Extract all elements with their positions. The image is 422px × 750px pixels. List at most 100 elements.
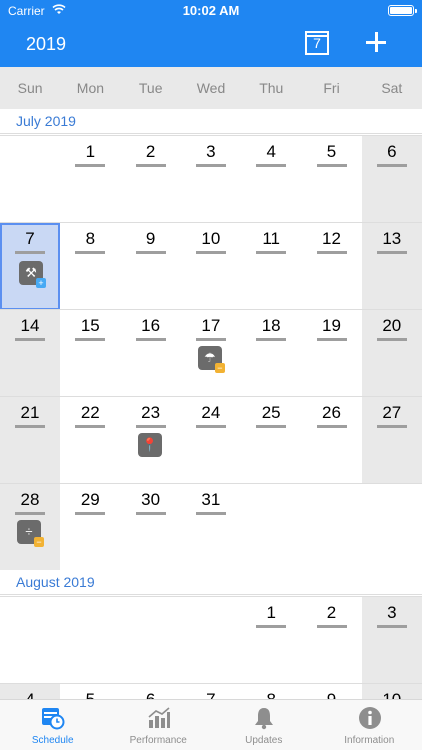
day-underline <box>316 625 347 628</box>
day-number: 15 <box>80 316 100 335</box>
day-cell[interactable]: 4 <box>241 136 301 223</box>
day-number: 23 <box>141 403 161 422</box>
day-number: 7 <box>25 229 35 248</box>
day-cell[interactable]: 10 <box>181 223 241 310</box>
day-cell[interactable]: 7 ⚒ + <box>0 223 60 310</box>
day-underline <box>135 512 166 515</box>
day-underline <box>376 338 407 341</box>
tab-schedule-label: Schedule <box>31 735 74 746</box>
day-cell[interactable]: 19 <box>302 310 362 397</box>
day-cell[interactable]: 30 <box>121 484 181 571</box>
day-cell[interactable]: 6 <box>361 136 422 223</box>
day-cell[interactable]: 16 <box>121 310 181 397</box>
day-number: 5 <box>326 142 337 161</box>
tab-updates-label: Updates <box>245 735 283 746</box>
month-label: August 2019 <box>16 574 95 590</box>
day-cell[interactable]: 26 <box>302 397 362 484</box>
gavel-icon[interactable]: ⚒ + <box>19 261 46 288</box>
day-cell[interactable]: 15 <box>60 310 120 397</box>
pin-icon[interactable]: 📍 <box>137 433 162 457</box>
tab-information[interactable]: Information <box>317 700 422 750</box>
day-number: 29 <box>80 490 100 509</box>
tab-performance-label: Performance <box>129 735 187 746</box>
day-cell[interactable]: 5 <box>302 136 362 223</box>
day-cell[interactable]: 17 ☂ − <box>181 310 241 397</box>
adjust-icon[interactable]: ÷ − <box>17 520 44 547</box>
day-underline <box>75 425 106 428</box>
day-cell[interactable]: 18 <box>241 310 301 397</box>
status-time: 10:02 AM <box>182 3 240 18</box>
day-cell[interactable]: 22 <box>60 397 120 484</box>
day-cell[interactable]: 28 ÷ − <box>0 484 60 571</box>
tab-updates[interactable]: Updates <box>211 700 317 750</box>
day-underline <box>195 251 226 254</box>
day-number: 1 <box>85 142 96 161</box>
day-cell[interactable]: 9 <box>121 223 181 310</box>
day-cell[interactable]: 29 <box>60 484 120 571</box>
day-number: 26 <box>322 403 341 422</box>
day-underline <box>256 164 287 167</box>
week-row: 14 15 16 17 ☂ − 18 19 20 <box>0 309 422 397</box>
weekday-fri: Fri <box>323 80 340 96</box>
umbrella-icon[interactable]: ☂ − <box>197 346 225 373</box>
day-cell[interactable]: 21 <box>0 397 60 484</box>
day-cell[interactable]: 12 <box>302 223 362 310</box>
day-cell[interactable]: 11 <box>241 223 301 310</box>
day-underline <box>15 512 45 515</box>
day-underline <box>256 425 287 428</box>
day-cell[interactable]: 20 <box>361 310 422 397</box>
week-row: 21 22 23 📍 24 25 26 27 <box>0 396 422 484</box>
event-glyph: 📍 <box>141 437 158 452</box>
day-underline <box>75 512 106 515</box>
day-cell[interactable]: 3 <box>361 597 422 684</box>
tab-information-label: Information <box>344 735 395 746</box>
day-cell[interactable]: 24 <box>181 397 241 484</box>
day-underline <box>195 512 226 515</box>
day-cell[interactable]: 27 <box>361 397 422 484</box>
day-number: 6 <box>387 142 397 161</box>
battery-icon <box>388 5 417 16</box>
day-underline <box>316 338 347 341</box>
day-cell[interactable]: 3 <box>181 136 241 223</box>
day-underline <box>135 338 166 341</box>
day-underline <box>316 251 347 254</box>
day-number: 8 <box>85 229 96 248</box>
day-underline <box>15 425 45 428</box>
day-underline <box>256 338 287 341</box>
day-underline <box>376 625 407 628</box>
tab-schedule[interactable]: Schedule <box>0 700 106 750</box>
day-number: 28 <box>20 490 40 509</box>
day-cell[interactable]: 8 <box>60 223 120 310</box>
day-underline <box>376 164 407 167</box>
today-button[interactable]: 7 <box>305 31 329 55</box>
day-underline <box>135 425 166 428</box>
day-underline <box>15 251 45 254</box>
day-cell[interactable]: 1 <box>241 597 301 684</box>
day-cell[interactable]: 25 <box>241 397 301 484</box>
day-number: 30 <box>141 490 161 509</box>
week-row: 28 ÷ − 29 30 31 <box>0 483 422 571</box>
day-number: 19 <box>322 316 341 335</box>
tab-bar: Schedule Performance Updates Information <box>0 699 422 750</box>
day-number: 9 <box>145 229 156 248</box>
day-number: 3 <box>206 142 216 161</box>
day-number: 16 <box>141 316 161 335</box>
week-row: 1 2 3 4 5 6 <box>0 135 422 223</box>
tab-performance[interactable]: Performance <box>106 700 212 750</box>
day-underline <box>256 251 287 254</box>
day-cell[interactable]: 13 <box>361 223 422 310</box>
month-header: August 2019 <box>0 570 422 595</box>
day-cell[interactable]: 2 <box>121 136 181 223</box>
bell-icon <box>255 708 273 730</box>
year-title[interactable]: 2019 <box>26 34 66 55</box>
day-number: 21 <box>20 403 40 422</box>
day-cell[interactable]: 23 📍 <box>121 397 181 484</box>
day-cell[interactable]: 31 <box>181 484 241 571</box>
day-cell[interactable]: 2 <box>302 597 362 684</box>
add-button[interactable] <box>364 30 388 54</box>
day-number: 11 <box>262 229 281 248</box>
day-underline <box>15 338 45 341</box>
day-cell[interactable]: 1 <box>60 136 120 223</box>
day-number: 31 <box>201 490 221 509</box>
day-cell[interactable]: 14 <box>0 310 60 397</box>
